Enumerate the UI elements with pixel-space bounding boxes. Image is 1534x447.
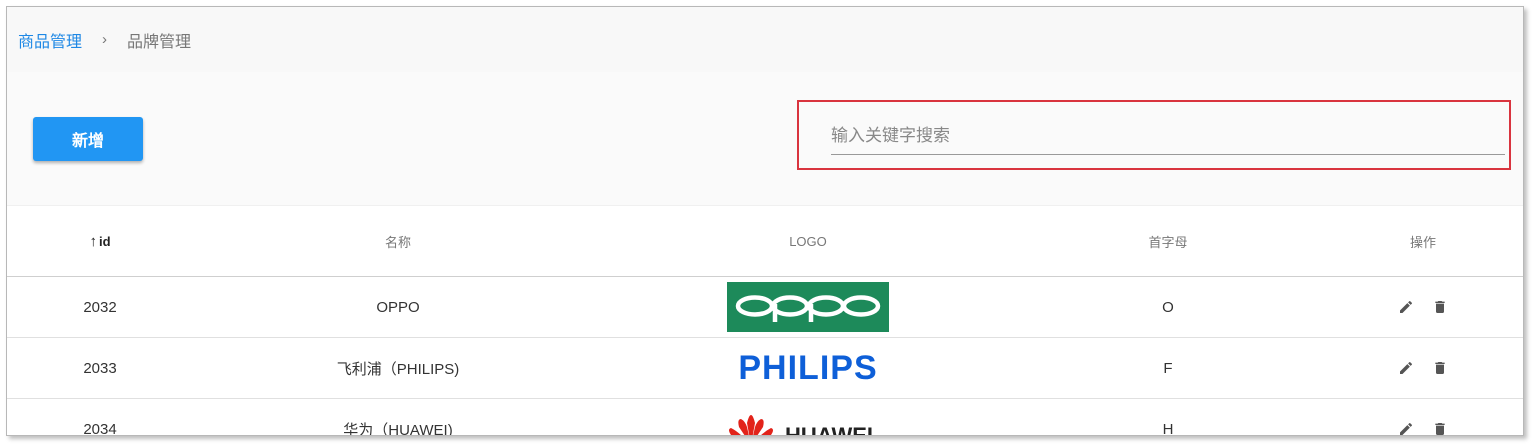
cell-name: 飞利浦（PHILIPS) [336,360,460,378]
table-header: ↑ id 名称 LOGO 首字母 操作 [7,205,1523,277]
row-actions [1323,297,1523,317]
cell-logo [603,277,1013,337]
trash-icon[interactable] [1430,358,1450,378]
row-actions [1323,358,1523,378]
breadcrumb: 商品管理 › 品牌管理 [7,7,1523,72]
cell-name: OPPO [376,298,420,316]
table-row: 2032 OPPO O [7,277,1523,338]
oppo-logo [727,282,889,332]
cell-logo: PHILIPS [603,338,1013,398]
search-highlight-box [797,100,1511,170]
philips-logo: PHILIPS [738,349,877,387]
svg-text:HUAWEI: HUAWEI [785,423,873,436]
cell-letter: O [1162,298,1174,316]
add-brand-button[interactable]: 新增 [33,117,143,161]
search-input[interactable] [831,118,1505,155]
table-row: 2033 飞利浦（PHILIPS) PHILIPS F [7,338,1523,399]
pencil-icon[interactable] [1396,419,1416,435]
cell-logo: HUAWEI [603,399,1013,436]
toolbar: 新增 [7,73,1523,205]
brand-table: ↑ id 名称 LOGO 首字母 操作 2032 OPPO O 2033 飞利浦… [7,205,1523,436]
cell-id: 2034 [83,420,117,436]
trash-icon[interactable] [1430,419,1450,435]
cell-letter: H [1162,420,1174,436]
cell-letter: F [1163,359,1173,377]
column-header-name[interactable]: 名称 [193,232,603,251]
breadcrumb-current: 品牌管理 [127,33,192,51]
table-row: 2034 华为（HUAWEI) HUAWEI H [7,399,1523,436]
pencil-icon[interactable] [1396,297,1416,317]
cell-name: 华为（HUAWEI) [343,421,453,436]
cell-id: 2032 [83,298,117,316]
pencil-icon[interactable] [1396,358,1416,378]
huawei-logo: HUAWEI [729,415,873,436]
column-header-id[interactable]: ↑ id [7,233,193,250]
breadcrumb-separator: › [102,31,108,48]
column-header-logo[interactable]: LOGO [603,234,1013,249]
app-window: 商品管理 › 品牌管理 新增 ↑id 名称 LOGO 首字母 操作 2032 O… [6,6,1524,436]
row-actions [1323,419,1523,435]
sort-ascending-icon: ↑ [89,232,97,250]
svg-text:PHILIPS: PHILIPS [738,349,877,387]
column-header-letter[interactable]: 首字母 [1013,232,1323,251]
cell-id: 2033 [83,359,117,377]
column-header-actions: 操作 [1409,234,1436,250]
trash-icon[interactable] [1430,297,1450,317]
breadcrumb-parent-link[interactable]: 商品管理 [18,28,82,52]
